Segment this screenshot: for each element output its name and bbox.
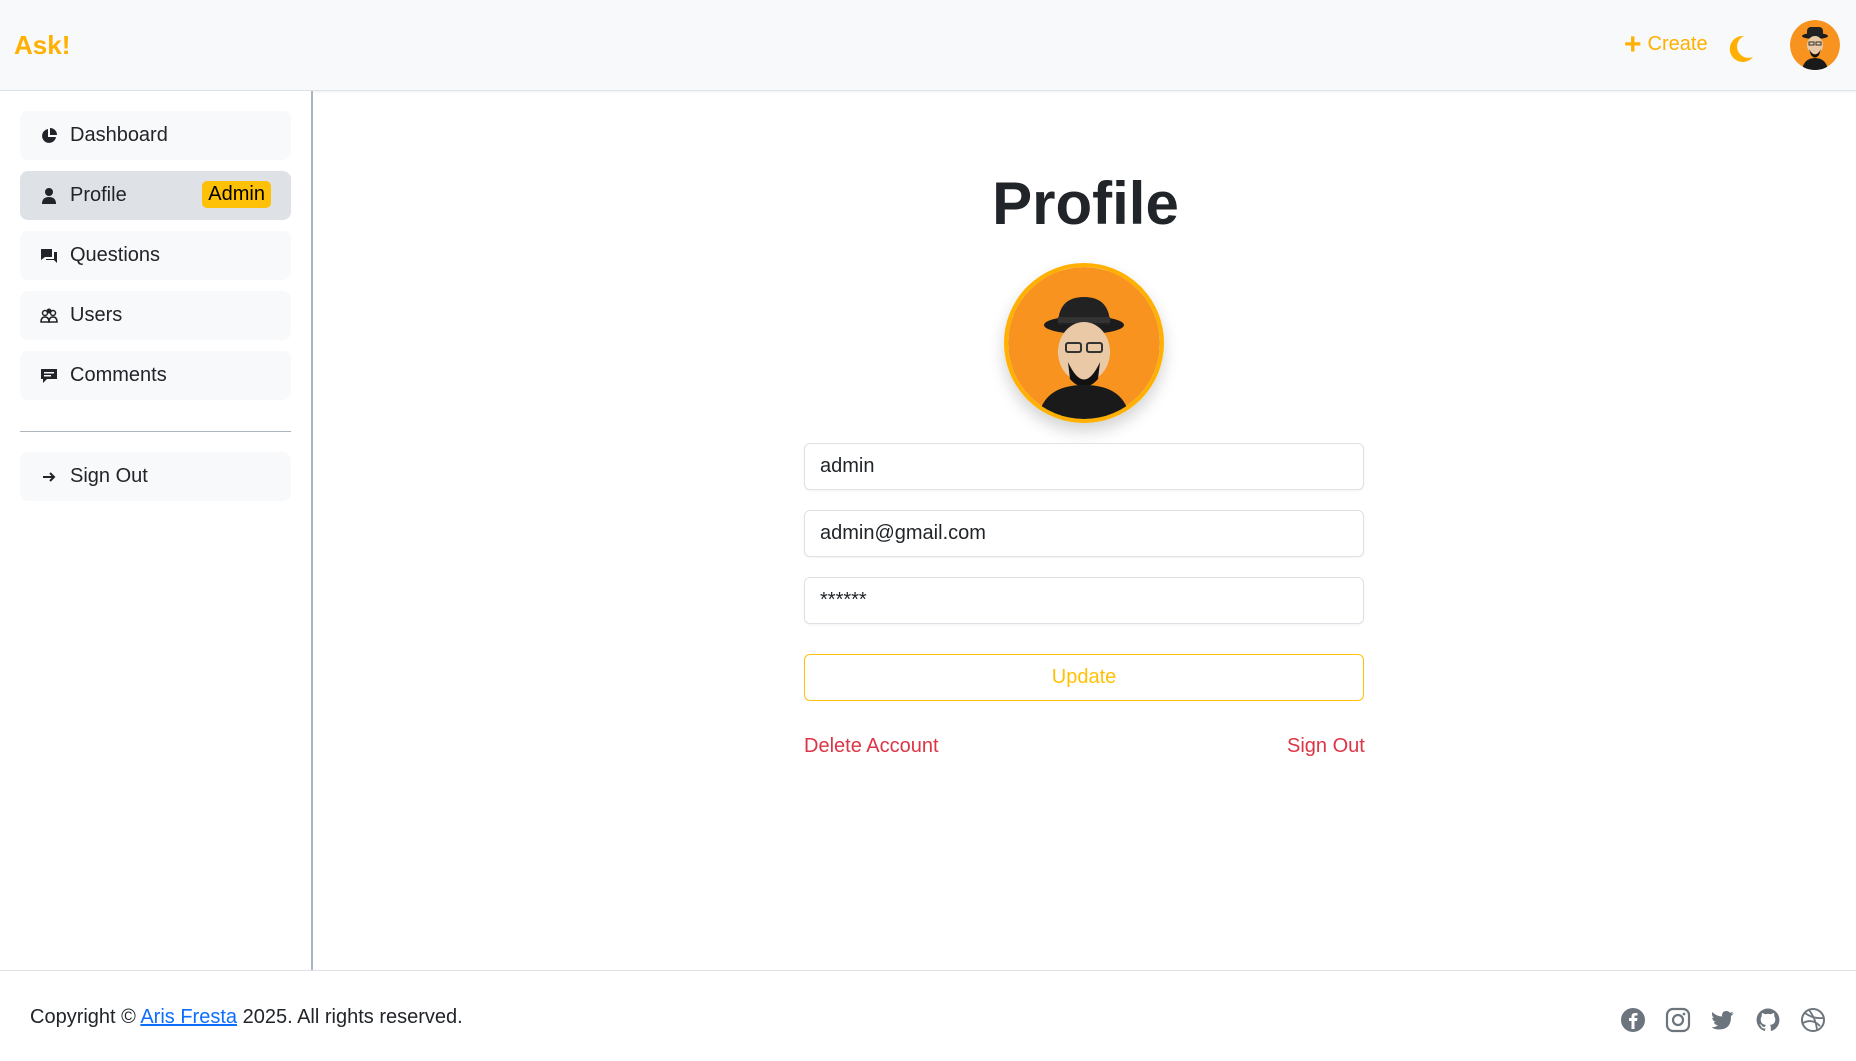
sidebar-divider (20, 431, 291, 432)
brand-logo[interactable]: Ask! (14, 30, 70, 61)
people-icon (40, 307, 58, 325)
moon-icon[interactable] (1724, 33, 1756, 65)
sidebar-item-label: Users (70, 304, 123, 326)
sidebar: Dashboard Profile Admin Questions Users … (0, 91, 313, 970)
signout-link[interactable]: Sign Out (1287, 735, 1365, 758)
sidebar-item-label: Profile (70, 184, 127, 206)
top-navbar: Ask! + Create (0, 0, 1856, 91)
profile-avatar[interactable] (1004, 263, 1164, 423)
sidebar-item-signout[interactable]: Sign Out (20, 452, 291, 501)
sidebar-item-dashboard[interactable]: Dashboard (20, 111, 291, 160)
author-link[interactable]: Aris Fresta (140, 1006, 237, 1028)
copyright-text: Copyright © Aris Fresta 2025. All rights… (30, 1006, 463, 1029)
github-icon[interactable] (1755, 1007, 1781, 1033)
main-content: Profile Update Delete Account Sign Out (315, 91, 1856, 970)
arrow-right-icon (40, 468, 58, 486)
instagram-icon[interactable] (1665, 1007, 1691, 1033)
delete-account-link[interactable]: Delete Account (804, 735, 939, 758)
avatar-portrait-icon (1008, 267, 1160, 419)
create-button[interactable]: + Create (1624, 27, 1708, 61)
sidebar-item-users[interactable]: Users (20, 291, 291, 340)
sidebar-item-label: Questions (70, 244, 161, 266)
plus-icon: + (1624, 27, 1642, 61)
update-button[interactable]: Update (804, 654, 1364, 701)
sidebar-item-comments[interactable]: Comments (20, 351, 291, 400)
username-input[interactable] (804, 443, 1364, 490)
twitter-icon[interactable] (1710, 1007, 1736, 1033)
comment-icon (40, 367, 58, 385)
sidebar-item-label: Sign Out (70, 465, 148, 487)
chat-icon (40, 247, 58, 265)
avatar-portrait-icon (1790, 20, 1840, 70)
pie-chart-icon (40, 127, 58, 145)
sidebar-item-profile[interactable]: Profile Admin (20, 171, 291, 220)
copyright-prefix: Copyright © (30, 1006, 136, 1028)
footer: Copyright © Aris Fresta 2025. All rights… (0, 970, 1856, 1061)
dribbble-icon[interactable] (1800, 1007, 1826, 1033)
admin-badge: Admin (202, 181, 271, 208)
create-label: Create (1647, 33, 1708, 55)
sidebar-item-label: Dashboard (70, 124, 168, 146)
page-title: Profile (992, 170, 1179, 237)
sidebar-item-label: Comments (70, 364, 167, 386)
password-input[interactable] (804, 577, 1364, 624)
sidebar-item-questions[interactable]: Questions (20, 231, 291, 280)
copyright-suffix: 2025. All rights reserved. (242, 1006, 463, 1028)
person-icon (40, 187, 58, 205)
facebook-icon[interactable] (1620, 1007, 1646, 1033)
email-input[interactable] (804, 510, 1364, 557)
user-avatar[interactable] (1790, 20, 1840, 70)
